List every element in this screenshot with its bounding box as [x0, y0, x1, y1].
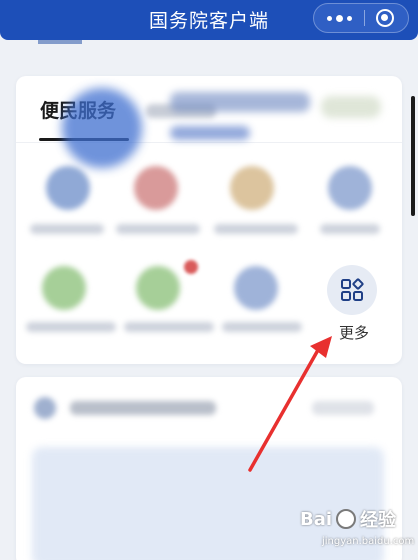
baidu-jingyan-watermark: Bai 经验 [300, 506, 396, 532]
watermark-text-2: 经验 [360, 510, 397, 531]
watermark-text: Bai [300, 508, 333, 530]
annotation-arrow [248, 336, 332, 472]
watermark-url: jingyan.baidu.com [322, 536, 415, 547]
paw-icon [336, 509, 357, 529]
